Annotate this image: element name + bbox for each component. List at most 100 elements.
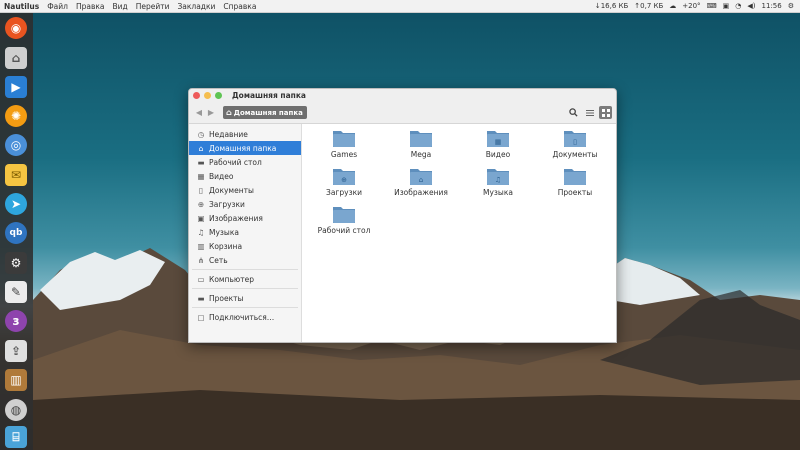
sidebar-item-desktop[interactable]: ▬ Рабочий стол bbox=[189, 155, 301, 169]
window-titlebar[interactable]: Домашняя папка bbox=[189, 89, 616, 102]
sidebar-item-documents[interactable]: ▯ Документы bbox=[189, 183, 301, 197]
sidebar-item-trash[interactable]: ▥ Корзина bbox=[189, 239, 301, 253]
weather-temp[interactable]: +20° bbox=[682, 2, 700, 10]
folder-item[interactable]: ♫ Музыка bbox=[458, 166, 538, 197]
sidebar: ◷ Недавние ⌂ Домашняя папка ▬ Рабочий стол … bbox=[189, 124, 302, 342]
sidebar-item-pictures[interactable]: ▣ Изображения bbox=[189, 211, 301, 225]
folder-icon: ▬ bbox=[197, 293, 205, 303]
folder-item[interactable]: ⌂ Изображения bbox=[381, 166, 461, 197]
path-button-home[interactable]: ⌂ Домашняя папка bbox=[223, 106, 307, 119]
folder-item[interactable]: Mega bbox=[381, 128, 461, 159]
menu-edit[interactable]: Правка bbox=[72, 2, 109, 11]
folder-item[interactable]: Проекты bbox=[535, 166, 615, 197]
net-down[interactable]: ↓16,6 КБ bbox=[595, 2, 628, 10]
folder-icon: ▬ bbox=[197, 157, 205, 167]
sidebar-item-music[interactable]: ♫ Музыка bbox=[189, 225, 301, 239]
window-title: Домашняя папка bbox=[232, 91, 306, 100]
connect-server-icon: ▢ bbox=[197, 312, 205, 322]
folder-icon: ♫ bbox=[487, 169, 509, 185]
folder-label: Games bbox=[330, 150, 358, 159]
power-icon[interactable]: ⚙ bbox=[788, 2, 794, 10]
mail-app-icon[interactable]: ✉ bbox=[5, 164, 27, 186]
sidebar-item-label: Рабочий стол bbox=[209, 157, 262, 167]
net-up[interactable]: ↑0,7 КБ bbox=[634, 2, 663, 10]
folder-item[interactable]: Games bbox=[304, 128, 384, 159]
sidebar-item-label: Документы bbox=[209, 185, 254, 195]
sidebar-item-recent[interactable]: ◷ Недавние bbox=[189, 127, 301, 141]
files-app-icon[interactable]: ⌂ bbox=[5, 47, 27, 69]
keyboard-icon[interactable]: ⌨ bbox=[707, 2, 717, 10]
browser-3-icon[interactable]: з bbox=[5, 310, 27, 332]
minimize-button[interactable] bbox=[204, 92, 211, 99]
sidebar-separator bbox=[192, 307, 298, 308]
sidebar-item-label: Загрузки bbox=[209, 199, 245, 209]
sidebar-item-home[interactable]: ⌂ Домашняя папка bbox=[189, 141, 301, 155]
close-button[interactable] bbox=[193, 92, 200, 99]
back-button[interactable]: ◀ bbox=[193, 107, 205, 119]
time[interactable]: 11:56 bbox=[762, 2, 782, 10]
forward-button[interactable]: ▶ bbox=[205, 107, 217, 119]
menu-bookmarks[interactable]: Закладки bbox=[173, 2, 219, 11]
folder-icon: ▦ bbox=[487, 131, 509, 147]
window-content: ◷ Недавние ⌂ Домашняя папка ▬ Рабочий стол … bbox=[189, 124, 616, 342]
menu-file[interactable]: Файл bbox=[43, 2, 72, 11]
sidebar-item-connect[interactable]: ▢ Подключиться… bbox=[189, 310, 301, 324]
folder-icon bbox=[564, 169, 586, 185]
orange-app-icon[interactable]: ✺ bbox=[5, 105, 27, 127]
sidebar-item-label: Домашняя папка bbox=[209, 143, 277, 153]
list-view-button[interactable] bbox=[583, 106, 596, 119]
trash-icon: ▥ bbox=[197, 241, 205, 251]
folder-item[interactable]: ▦ Видео bbox=[458, 128, 538, 159]
search-button[interactable] bbox=[567, 106, 580, 119]
grid-view-button[interactable] bbox=[599, 106, 612, 119]
telegram-icon[interactable]: ➤ bbox=[5, 193, 27, 215]
weather-icon[interactable]: ☁ bbox=[669, 2, 676, 10]
sidebar-item-label: Подключиться… bbox=[209, 312, 275, 322]
video-app-icon[interactable]: ▶ bbox=[5, 76, 27, 98]
ubuntu-logo-icon[interactable]: ◉ bbox=[5, 17, 27, 39]
sidebar-item-downloads[interactable]: ⊕ Загрузки bbox=[189, 197, 301, 211]
sidebar-separator bbox=[192, 269, 298, 270]
home-icon: ⌂ bbox=[198, 143, 204, 153]
sidebar-item-computer[interactable]: ▭ Компьютер bbox=[189, 272, 301, 286]
menu-view[interactable]: Вид bbox=[109, 2, 132, 11]
disk-app-icon[interactable]: ◍ bbox=[5, 399, 27, 421]
folder-label: Загрузки bbox=[326, 188, 362, 197]
steam-icon[interactable]: ⚙ bbox=[5, 252, 27, 274]
text-editor-icon[interactable]: ✎ bbox=[5, 281, 27, 303]
folder-item[interactable]: Рабочий стол bbox=[304, 204, 384, 235]
folder-icon: ⊕ bbox=[333, 169, 355, 185]
chromium-icon[interactable]: ◎ bbox=[5, 134, 27, 156]
folder-icon: ▯ bbox=[564, 131, 586, 147]
maximize-button[interactable] bbox=[215, 92, 222, 99]
dropbox-icon[interactable]: ▣ bbox=[723, 2, 730, 10]
folder-label: Изображения bbox=[394, 188, 448, 197]
sidebar-item-label: Недавние bbox=[209, 129, 248, 139]
folder-label: Проекты bbox=[557, 188, 593, 197]
menu-go[interactable]: Перейти bbox=[132, 2, 174, 11]
sidebar-item-videos[interactable]: ▦ Видео bbox=[189, 169, 301, 183]
menu-help[interactable]: Справка bbox=[219, 2, 260, 11]
qbittorrent-icon[interactable]: qb bbox=[5, 222, 27, 244]
folder-item[interactable]: ⊕ Загрузки bbox=[304, 166, 384, 197]
clock-icon: ◷ bbox=[197, 129, 205, 139]
sidebar-item-projects[interactable]: ▬ Проекты bbox=[189, 291, 301, 305]
volume-icon[interactable]: ◀) bbox=[747, 2, 755, 10]
wifi-icon[interactable]: ◔ bbox=[735, 2, 741, 10]
grid-icon bbox=[601, 108, 610, 117]
svg-text:▦: ▦ bbox=[495, 138, 502, 146]
list-icon bbox=[585, 109, 594, 116]
folder-item[interactable]: ▯ Документы bbox=[535, 128, 615, 159]
mixer-app-icon[interactable]: ▥ bbox=[5, 369, 27, 391]
folder-icon bbox=[333, 131, 355, 147]
network-icon: ⋔ bbox=[197, 255, 205, 265]
sidebar-item-label: Музыка bbox=[209, 227, 239, 237]
app-name: Nautilus bbox=[4, 1, 40, 11]
folder-label: Видео bbox=[485, 150, 511, 159]
trash-launcher-icon[interactable]: ⌸ bbox=[5, 426, 27, 448]
folder-label: Mega bbox=[410, 150, 432, 159]
sidebar-item-label: Компьютер bbox=[209, 274, 254, 284]
image-icon: ▣ bbox=[197, 213, 205, 223]
sidebar-item-network[interactable]: ⋔ Сеть bbox=[189, 253, 301, 267]
upload-app-icon[interactable]: ⇪ bbox=[5, 340, 27, 362]
